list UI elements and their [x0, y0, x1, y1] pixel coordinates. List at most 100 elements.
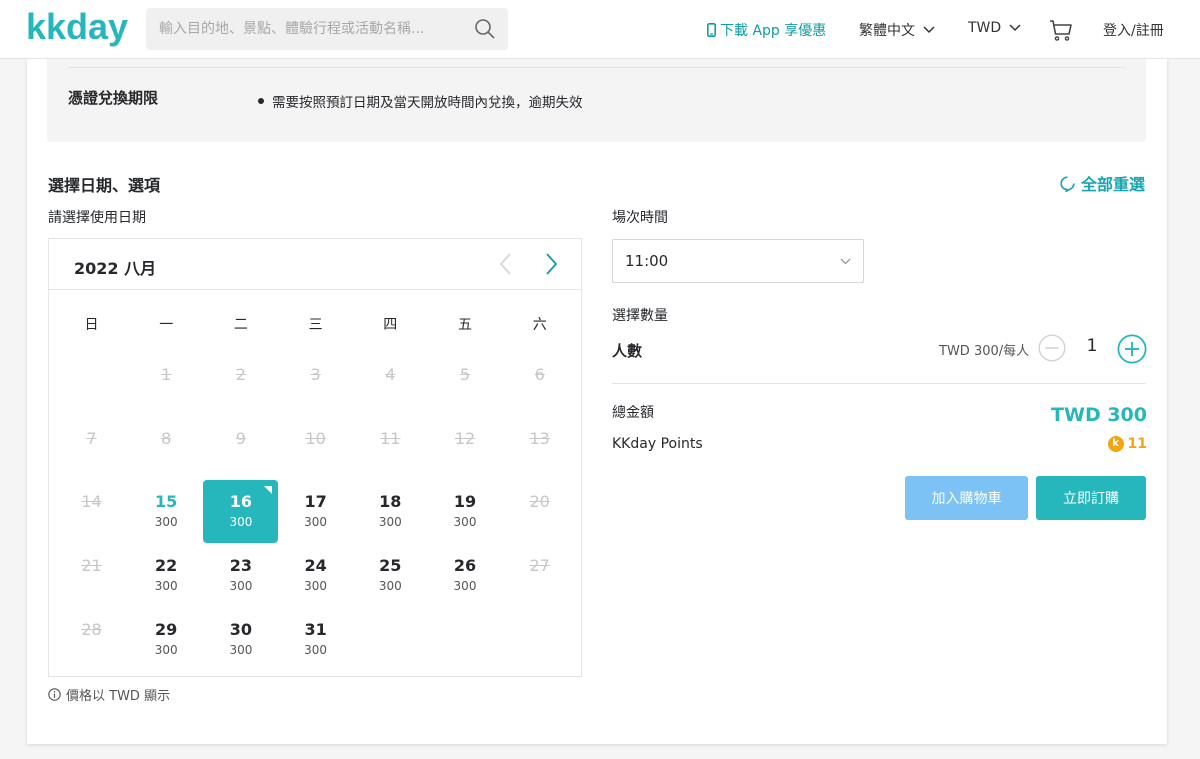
decrease-quantity-button[interactable]: [1038, 334, 1066, 362]
points-value: 11: [1127, 436, 1147, 452]
day-number: 30: [229, 619, 253, 639]
chevron-left-icon[interactable]: [496, 251, 516, 277]
day-number: 14: [81, 492, 102, 512]
day-number: 2: [235, 365, 246, 384]
calendar-day-30[interactable]: 30 300: [203, 608, 278, 671]
points-amount: k 11: [1107, 436, 1147, 452]
calendar-day-8: 8: [129, 417, 204, 480]
chevron-down-icon: [840, 258, 851, 265]
day-number: 5: [459, 365, 471, 384]
calendar-day-10: 10: [278, 417, 353, 480]
svg-text:kkday: kkday: [26, 8, 128, 47]
info-icon: [48, 688, 61, 701]
weekday-label: 三: [308, 317, 323, 333]
quantity-value: 1: [1086, 336, 1098, 356]
day-number: 8: [161, 428, 172, 448]
calendar-day-31[interactable]: 31 300: [278, 608, 353, 671]
day-number: 7: [86, 428, 97, 448]
currency-label: TWD: [968, 20, 1002, 36]
day-number: 15: [155, 492, 178, 512]
book-now-button[interactable]: 立即訂購: [1036, 476, 1146, 520]
day-number: 22: [155, 556, 178, 576]
weekday-label: 五: [458, 317, 472, 333]
chevron-right-icon[interactable]: [541, 251, 561, 277]
day-number: 4: [385, 365, 396, 384]
calendar-day-7: 7: [54, 417, 129, 480]
calendar-day-28: 28: [54, 608, 129, 671]
voucher-info-panel: 憑證兌換期限 需要按照預訂日期及當天開放時間內兌換，逾期失效: [47, 58, 1146, 142]
price-note: 價格以 TWD 顯示: [48, 685, 170, 704]
search-box[interactable]: [146, 8, 508, 50]
day-number: 18: [379, 492, 402, 512]
language-selector[interactable]: 繁體中文: [859, 20, 935, 40]
app-download-label: 下載 App 享優惠: [720, 23, 827, 39]
search-icon[interactable]: [474, 18, 496, 40]
points-label: KKday Points: [612, 436, 703, 452]
search-input[interactable]: [146, 8, 466, 50]
day-number: 19: [453, 492, 477, 512]
cart-icon[interactable]: [1049, 18, 1073, 42]
calendar-day-16[interactable]: 16 300: [203, 480, 279, 544]
day-number: 26: [453, 556, 477, 576]
weekday-row: 日一二三四五六: [54, 314, 577, 334]
calendar-day-19[interactable]: 19 300: [428, 480, 503, 543]
day-price: 300: [453, 579, 477, 594]
day-price: 300: [378, 579, 402, 594]
calendar-day-21: 21: [54, 544, 129, 607]
price-note-text: 價格以 TWD 顯示: [66, 689, 171, 704]
points-coin-icon: k: [1107, 436, 1124, 452]
calendar-day-18[interactable]: 18 300: [353, 480, 428, 543]
day-number: 25: [379, 556, 402, 576]
calendar-day-5: 5: [428, 353, 503, 416]
add-to-cart-button[interactable]: 加入購物車: [905, 476, 1028, 520]
kkday-logo[interactable]: kkday: [26, 8, 128, 50]
voucher-rule: 需要按照預訂日期及當天開放時間內兌換，逾期失效: [258, 91, 583, 111]
calendar-day-1: 1: [129, 353, 204, 416]
day-number: 12: [454, 428, 476, 448]
language-label: 繁體中文: [859, 23, 915, 39]
calendar-day-17[interactable]: 17 300: [278, 480, 353, 543]
calendar-day-24[interactable]: 24 300: [278, 544, 353, 607]
calendar-day-22[interactable]: 22 300: [129, 544, 204, 607]
day-price: 300: [229, 579, 253, 594]
phone-icon: [707, 23, 716, 37]
time-label: 場次時間: [612, 210, 668, 226]
increase-quantity-button[interactable]: [1117, 334, 1147, 364]
reset-all-label: 全部重選: [1081, 175, 1146, 194]
calendar-day-13: 13: [502, 417, 577, 480]
calendar-day-25[interactable]: 25 300: [353, 544, 428, 607]
quantity-label: 選擇數量: [612, 308, 668, 324]
calendar-day-29[interactable]: 29 300: [129, 608, 204, 671]
time-value: 11:00: [625, 252, 669, 270]
calendar-day-23[interactable]: 23 300: [203, 544, 278, 607]
divider: [612, 383, 1146, 384]
day-price: 300: [304, 642, 328, 657]
calendar-header: 2022 八月: [49, 239, 581, 290]
day-price: 300: [154, 642, 178, 657]
booking-card: 憑證兌換期限 需要按照預訂日期及當天開放時間內兌換，逾期失效 選擇日期、選項 全…: [27, 58, 1167, 744]
chevron-down-icon: [1009, 24, 1021, 32]
day-price: 300: [304, 579, 328, 594]
date-picker-label: 請選擇使用日期: [48, 210, 146, 226]
currency-selector[interactable]: TWD: [968, 20, 1021, 36]
top-navbar: kkday 下載 App 享優惠 繁體中文 TWD 登入/註冊: [0, 0, 1200, 59]
calendar-day-26[interactable]: 26 300: [428, 544, 503, 607]
calendar-day-11: 11: [353, 417, 428, 480]
day-number: 16: [229, 492, 253, 512]
day-number: 10: [305, 428, 326, 448]
refresh-icon: [1060, 175, 1075, 192]
day-number: 21: [81, 556, 102, 576]
day-number: 1: [161, 365, 172, 384]
reset-all-button[interactable]: 全部重選: [1059, 171, 1145, 195]
calendar-day-15[interactable]: 15 300: [129, 480, 204, 543]
calendar-day-12: 12: [428, 417, 503, 480]
calendar-day-20: 20: [502, 480, 577, 543]
voucher-rule-text: 需要按照預訂日期及當天開放時間內兌換，逾期失效: [272, 95, 583, 111]
day-number: 28: [81, 619, 102, 639]
calendar: 2022 八月 日一二三四五六 1 2 3 4 5 6 7 8 9 10 11 12 13 14 15 300…: [48, 238, 582, 677]
time-select[interactable]: 11:00: [612, 239, 864, 283]
app-download-link[interactable]: 下載 App 享優惠: [707, 20, 826, 40]
login-link[interactable]: 登入/註冊: [1103, 20, 1164, 40]
day-number: 13: [529, 428, 550, 448]
day-price: 300: [453, 515, 477, 530]
